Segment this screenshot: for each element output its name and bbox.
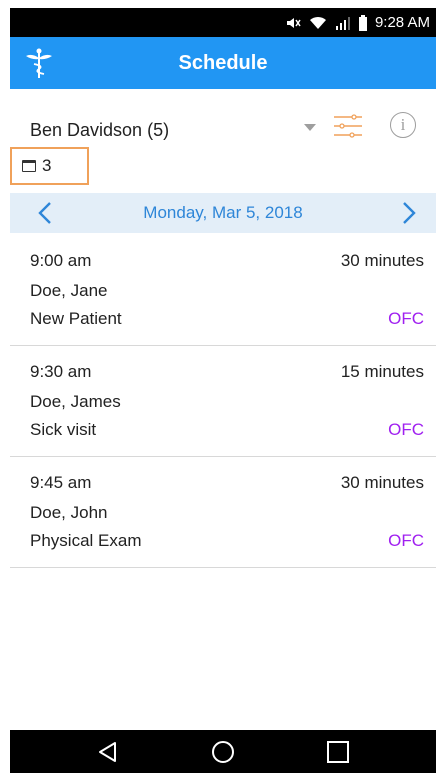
appointment-time: 9:45 am [30, 473, 92, 492]
appointment-item[interactable]: 9:30 am 15 minutes Doe, James Sick visit… [10, 346, 436, 457]
visit-type: Sick visit [30, 420, 97, 439]
wifi-icon [309, 16, 326, 29]
location-code: OFC [388, 420, 424, 439]
app-bar: Schedule [10, 37, 436, 89]
provider-selector: Ben Davidson (5) i [10, 110, 436, 150]
appointment-time: 9:30 am [30, 362, 92, 381]
home-icon[interactable] [210, 739, 236, 765]
system-nav-bar [10, 730, 436, 773]
appointment-list: 9:00 am 30 minutes Doe, Jane New Patient… [10, 235, 436, 568]
location-code: OFC [388, 531, 424, 550]
status-time: 9:28 AM [374, 14, 430, 31]
appointment-duration: 30 minutes [340, 251, 424, 270]
appointment-time: 9:00 am [30, 251, 92, 270]
calendar-icon [22, 160, 36, 172]
visit-type: New Patient [30, 309, 122, 328]
filter-sliders-icon[interactable] [332, 114, 364, 138]
recents-icon[interactable] [325, 739, 351, 765]
battery-icon [358, 14, 367, 31]
patient-name: Doe, James [30, 392, 121, 411]
appointment-item[interactable]: 9:45 am 30 minutes Doe, John Physical Ex… [10, 457, 436, 568]
calendar-count: 3 [42, 156, 52, 175]
calendar-badge[interactable]: 3 [10, 147, 89, 185]
current-date[interactable]: Monday, Mar 5, 2018 [143, 203, 302, 223]
caret-down-icon[interactable] [304, 124, 316, 131]
appointment-duration: 30 minutes [340, 473, 424, 492]
mute-icon [286, 17, 301, 28]
signal-icon [335, 16, 350, 30]
app-screen: 9:28 AM Schedule Ben Davidson (5) i 3 Mo… [0, 0, 436, 773]
info-icon[interactable]: i [390, 112, 416, 138]
appointment-duration: 15 minutes [340, 362, 424, 381]
appointment-item[interactable]: 9:00 am 30 minutes Doe, Jane New Patient… [10, 235, 436, 346]
provider-name[interactable]: Ben Davidson (5) [30, 120, 169, 141]
back-icon[interactable] [95, 739, 121, 765]
date-navigator: Monday, Mar 5, 2018 [10, 193, 436, 233]
location-code: OFC [388, 309, 424, 328]
status-bar: 9:28 AM [10, 8, 436, 37]
patient-name: Doe, Jane [30, 281, 108, 300]
chevron-left-icon[interactable] [32, 199, 60, 227]
patient-name: Doe, John [30, 503, 108, 522]
caduceus-icon[interactable] [24, 47, 54, 79]
page-title: Schedule [178, 51, 268, 74]
chevron-right-icon[interactable] [394, 199, 422, 227]
visit-type: Physical Exam [30, 531, 142, 550]
